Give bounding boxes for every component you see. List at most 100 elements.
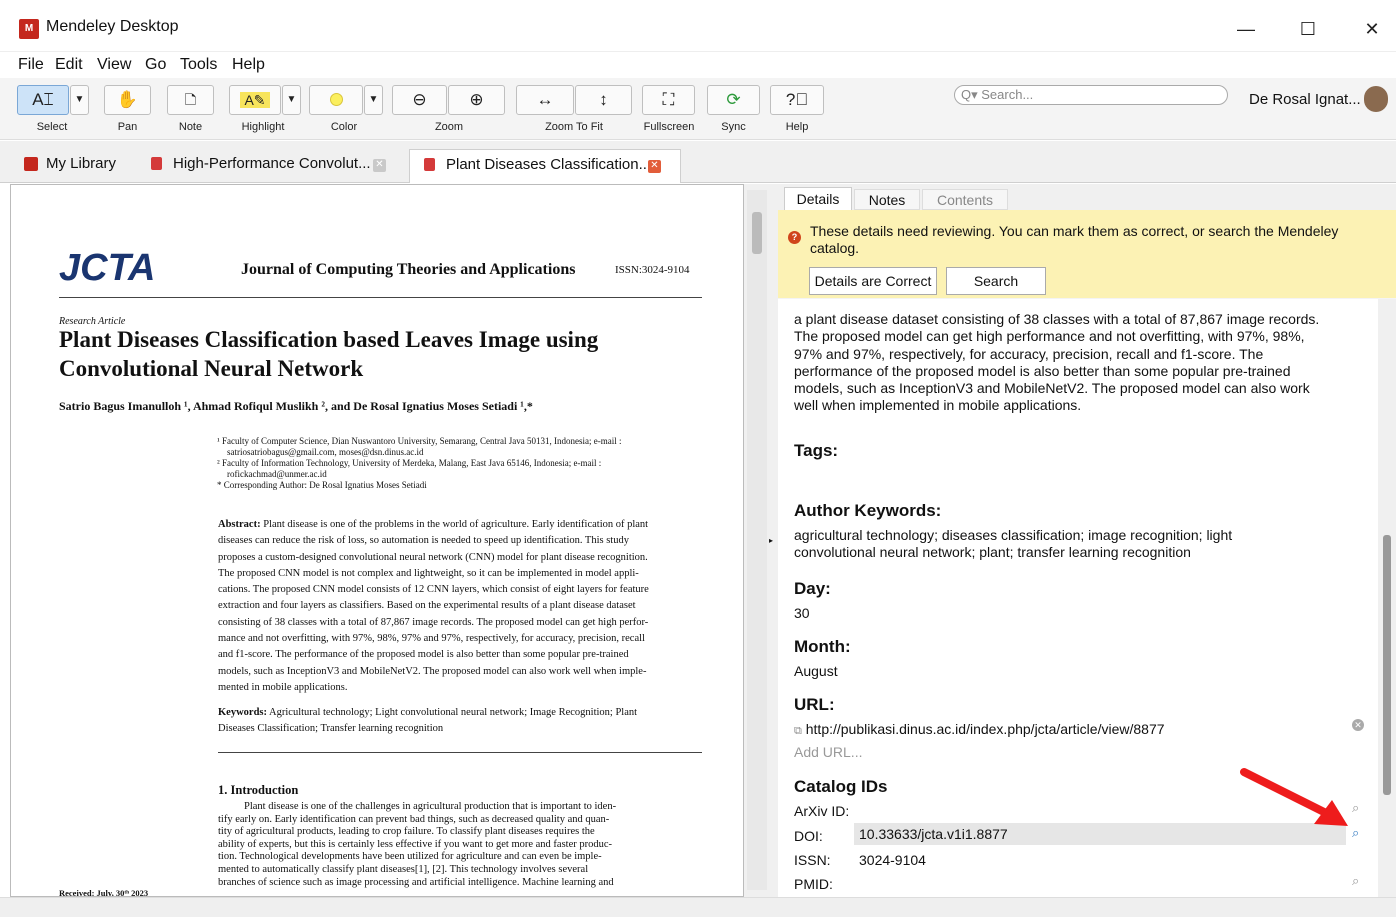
article-type: Research Article: [59, 316, 126, 327]
external-link-icon[interactable]: ⧉: [794, 725, 802, 737]
zoom-out-button[interactable]: ⊖: [392, 85, 447, 115]
abstract-line: proposes a custom-designed convolutional…: [218, 551, 648, 563]
title-bar: M Mendeley Desktop — ☐ ✕: [0, 0, 1396, 52]
abstract-block: Abstract: Plant disease is one of the pr…: [218, 517, 702, 696]
abstract-line: Plant disease is one of the problems in …: [263, 519, 649, 530]
warning-text: These details need reviewing. You can ma…: [810, 223, 1339, 256]
close-tab-icon[interactable]: ✕: [373, 159, 386, 172]
add-url-field[interactable]: Add URL...: [794, 744, 862, 760]
avatar[interactable]: [1364, 86, 1388, 112]
menu-file[interactable]: File: [18, 56, 44, 74]
details-tabs: Details Notes Contents: [778, 184, 1396, 211]
doi-label: DOI:: [794, 828, 823, 844]
journal-name: Journal of Computing Theories and Applic…: [241, 261, 576, 278]
journal-logo: JCTA: [59, 247, 156, 289]
intro-line: tity of agricultural products, leading t…: [218, 826, 595, 838]
hand-icon: ✋: [116, 90, 139, 109]
color-dropdown[interactable]: ▼: [364, 85, 383, 115]
pmid-lookup-icon[interactable]: ⌕: [1352, 873, 1359, 889]
intro-line: branches of science such as image proces…: [218, 876, 614, 888]
article-authors: Satrio Bagus Imanulloh ¹, Ahmad Rofiqul …: [59, 399, 533, 413]
keywords-line2: Diseases Classification; Transfer learni…: [218, 723, 444, 734]
day-field[interactable]: 30: [794, 605, 810, 621]
affiliations: ¹ Faculty of Computer Science, Dian Nusw…: [217, 436, 622, 491]
details-correct-button[interactable]: Details are Correct: [809, 267, 937, 295]
menu-help[interactable]: Help: [232, 56, 265, 74]
menu-tools[interactable]: Tools: [180, 56, 217, 74]
tab-label: High-Performance Convolut...: [173, 155, 371, 172]
collapse-arrow-icon[interactable]: ▸: [769, 536, 773, 545]
tab-plant-diseases[interactable]: Plant Diseases Classification... ✕: [409, 149, 681, 183]
section-rule: [218, 752, 702, 753]
zoom-in-icon: ⊕: [469, 90, 484, 109]
color-label: Color: [330, 121, 358, 133]
text-cursor-icon: A⌶: [32, 90, 54, 109]
abstract-line: models, such as InceptionV3 and MobileNe…: [218, 665, 647, 677]
abstract-line: and f1-score. The performance of the pro…: [218, 649, 629, 661]
fit-height-button[interactable]: ↕: [575, 85, 632, 115]
sync-button[interactable]: ⟳: [707, 85, 760, 115]
select-text-button[interactable]: A⌶: [17, 85, 69, 115]
highlight-dropdown[interactable]: ▼: [282, 85, 301, 115]
menu-view[interactable]: View: [97, 56, 131, 74]
remove-url-icon[interactable]: ✕: [1352, 719, 1364, 731]
pdf-scrollbar-thumb[interactable]: [752, 212, 762, 254]
note-button[interactable]: 🗅: [167, 85, 214, 115]
color-button[interactable]: [309, 85, 363, 115]
user-name[interactable]: De Rosal Ignat...: [1249, 91, 1361, 108]
tab-contents[interactable]: Contents: [922, 189, 1008, 210]
day-label: Day:: [794, 579, 831, 598]
url-field[interactable]: ⧉ http://publikasi.dinus.ac.id/index.php…: [794, 721, 1165, 738]
tab-details[interactable]: Details: [784, 187, 852, 211]
abstract-line: well when implemented in mobile applicat…: [794, 397, 1082, 414]
zoom-in-button[interactable]: ⊕: [448, 85, 505, 115]
tags-label: Tags:: [794, 441, 839, 460]
close-button[interactable]: ✕: [1352, 14, 1392, 44]
tab-label: Plant Diseases Classification...: [446, 156, 652, 173]
keywords-line1: agricultural technology; diseases classi…: [794, 527, 1233, 543]
details-scrollbar-thumb[interactable]: [1383, 535, 1391, 795]
url-link[interactable]: http://publikasi.dinus.ac.id/index.php/j…: [806, 721, 1165, 737]
fullscreen-button[interactable]: ⛶: [642, 85, 695, 115]
arrows-horizontal-icon: ↔: [536, 90, 554, 109]
mendeley-icon: [24, 157, 38, 171]
pan-label: Pan: [117, 121, 138, 133]
highlight-button[interactable]: A✎: [229, 85, 281, 115]
select-dropdown[interactable]: ▼: [70, 85, 89, 115]
pan-button[interactable]: ✋: [104, 85, 151, 115]
abstract-line: models, such as InceptionV3 and MobileNe…: [794, 380, 1310, 397]
abstract-line: performance of the proposed model is als…: [794, 362, 1291, 379]
chevron-down-icon: ▼: [286, 94, 297, 105]
help-button[interactable]: ?⃝: [770, 85, 824, 115]
abstract-label: Abstract:: [218, 519, 261, 530]
fit-width-button[interactable]: ↔: [516, 85, 574, 115]
abstract-line: a plant disease dataset consisting of 38…: [794, 311, 1320, 327]
tab-my-library[interactable]: My Library: [10, 149, 135, 183]
abstract-line: cations. The proposed CNN model consists…: [218, 584, 649, 596]
menu-edit[interactable]: Edit: [55, 56, 83, 74]
note-icon: 🗅: [184, 90, 197, 109]
search-input[interactable]: Q▾ Search...: [954, 85, 1228, 105]
search-catalog-button[interactable]: Search: [946, 267, 1046, 295]
details-scrollbar-track[interactable]: [1378, 299, 1396, 897]
article-title-line1: Plant Diseases Classification based Leav…: [59, 327, 599, 352]
zoom-label: Zoom: [434, 121, 464, 133]
menu-go[interactable]: Go: [145, 56, 166, 74]
author-keywords-field[interactable]: agricultural technology; diseases classi…: [794, 527, 1232, 561]
close-tab-icon[interactable]: ✕: [648, 160, 661, 173]
issn-field[interactable]: 3024-9104: [859, 852, 926, 868]
affiliation-line: * Corresponding Author: De Rosal Ignatiu…: [217, 480, 427, 490]
sync-icon: ⟳: [726, 90, 741, 109]
pdf-viewer[interactable]: JCTA Journal of Computing Theories and A…: [10, 184, 744, 897]
fullscreen-icon: ⛶: [662, 90, 675, 109]
tab-notes[interactable]: Notes: [854, 189, 920, 210]
abstract-field[interactable]: a plant disease dataset consisting of 38…: [794, 311, 1364, 415]
window-title: Mendeley Desktop: [46, 18, 179, 35]
tab-high-performance[interactable]: High-Performance Convolut... ✕: [137, 149, 407, 183]
month-field[interactable]: August: [794, 663, 838, 679]
minimize-button[interactable]: —: [1226, 14, 1266, 44]
pdf-scrollbar-track[interactable]: [747, 190, 767, 890]
affiliation-line: ² Faculty of Information Technology, Uni…: [217, 458, 602, 468]
maximize-button[interactable]: ☐: [1288, 14, 1328, 44]
abstract-line: diseases can reduce the risk of loss, so…: [218, 535, 629, 547]
